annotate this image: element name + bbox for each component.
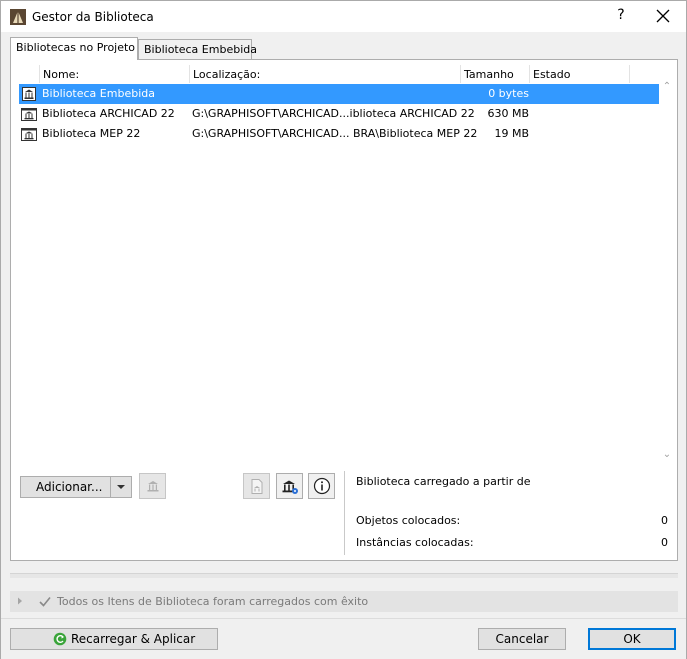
- row-size: 19 MB: [494, 127, 529, 140]
- chevron-down-icon[interactable]: [116, 484, 126, 490]
- library-settings-icon: [282, 480, 298, 494]
- library-manager-window: Gestor da Biblioteca ? Bibliotecas no Pr…: [0, 0, 687, 659]
- add-library-label: Adicionar...: [36, 480, 103, 494]
- reload-apply-button[interactable]: Recarregar & Aplicar: [10, 628, 218, 650]
- row-name: Biblioteca ARCHICAD 22: [42, 107, 175, 120]
- details-divider: [344, 471, 345, 555]
- tab-panel: Nome: Localização: Tamanho Estado Biblio…: [10, 59, 678, 561]
- loaded-from-label: Biblioteca carregado a partir de: [356, 475, 531, 488]
- row-location: G:\GRAPHISOFT\ARCHICAD... BRA\Biblioteca…: [192, 127, 478, 140]
- add-library-button[interactable]: Adicionar...: [20, 476, 132, 498]
- info-button[interactable]: [308, 473, 335, 499]
- ok-button[interactable]: OK: [588, 628, 676, 650]
- reload-icon: [53, 632, 67, 646]
- tab-embedded-library[interactable]: Biblioteca Embebida: [138, 39, 257, 60]
- column-header-name[interactable]: Nome:: [40, 65, 190, 83]
- placed-instances-label: Instâncias colocadas:: [356, 536, 474, 549]
- placed-instances-value: 0: [661, 536, 668, 549]
- table-row[interactable]: Biblioteca Embebida 0 bytes: [19, 84, 659, 104]
- row-name: Biblioteca Embebida: [42, 87, 155, 100]
- row-size: 0 bytes: [488, 87, 529, 100]
- status-message: Todos os Itens de Biblioteca foram carre…: [57, 595, 369, 608]
- title-bar: Gestor da Biblioteca ?: [1, 1, 686, 32]
- table-row[interactable]: Biblioteca ARCHICAD 22 G:\GRAPHISOFT\ARC…: [19, 104, 659, 124]
- close-icon[interactable]: [653, 6, 673, 26]
- remove-library-button[interactable]: [139, 473, 166, 499]
- row-name: Biblioteca MEP 22: [42, 127, 141, 140]
- expand-arrow-icon[interactable]: [17, 597, 23, 605]
- window-title: Gestor da Biblioteca: [32, 10, 154, 24]
- list-scrollbar[interactable]: ⌃ ⌄: [659, 79, 675, 467]
- row-size: 630 MB: [487, 107, 529, 120]
- footer: Recarregar & Aplicar Cancelar OK: [1, 619, 686, 659]
- embed-file-button[interactable]: [243, 473, 270, 499]
- embed-file-icon: [251, 479, 263, 494]
- library-icon: [21, 128, 37, 141]
- help-button[interactable]: ?: [611, 7, 631, 27]
- cancel-button[interactable]: Cancelar: [478, 628, 566, 650]
- status-bar: Todos os Itens de Biblioteca foram carre…: [10, 591, 678, 612]
- placed-objects-label: Objetos colocados:: [356, 514, 461, 527]
- remove-library-icon: [147, 481, 159, 492]
- split-divider: [110, 477, 111, 497]
- archicad-app-icon: [10, 9, 26, 25]
- list-header: Nome: Localização: Tamanho Estado: [19, 65, 659, 83]
- library-settings-button[interactable]: [276, 473, 303, 499]
- placed-objects-value: 0: [661, 514, 668, 527]
- scroll-up-icon[interactable]: ⌃: [659, 81, 675, 95]
- scroll-down-icon[interactable]: ⌄: [659, 449, 675, 463]
- embedded-library-icon: [22, 87, 36, 101]
- tab-libraries-in-project[interactable]: Bibliotecas no Projeto: [10, 37, 138, 60]
- table-row[interactable]: Biblioteca MEP 22 G:\GRAPHISOFT\ARCHICAD…: [19, 124, 659, 144]
- separator: [10, 573, 678, 578]
- reload-apply-label: Recarregar & Aplicar: [71, 632, 196, 646]
- column-header-state[interactable]: Estado: [530, 65, 630, 83]
- column-header-location[interactable]: Localização:: [190, 65, 461, 83]
- checkmark-icon: [39, 596, 51, 607]
- library-list[interactable]: Nome: Localização: Tamanho Estado Biblio…: [19, 65, 659, 467]
- library-icon: [21, 108, 37, 121]
- column-header-size[interactable]: Tamanho: [461, 65, 530, 83]
- header-icon-column: [19, 65, 40, 83]
- row-location: G:\GRAPHISOFT\ARCHICAD...iblioteca ARCHI…: [192, 107, 475, 120]
- info-icon: [313, 477, 331, 495]
